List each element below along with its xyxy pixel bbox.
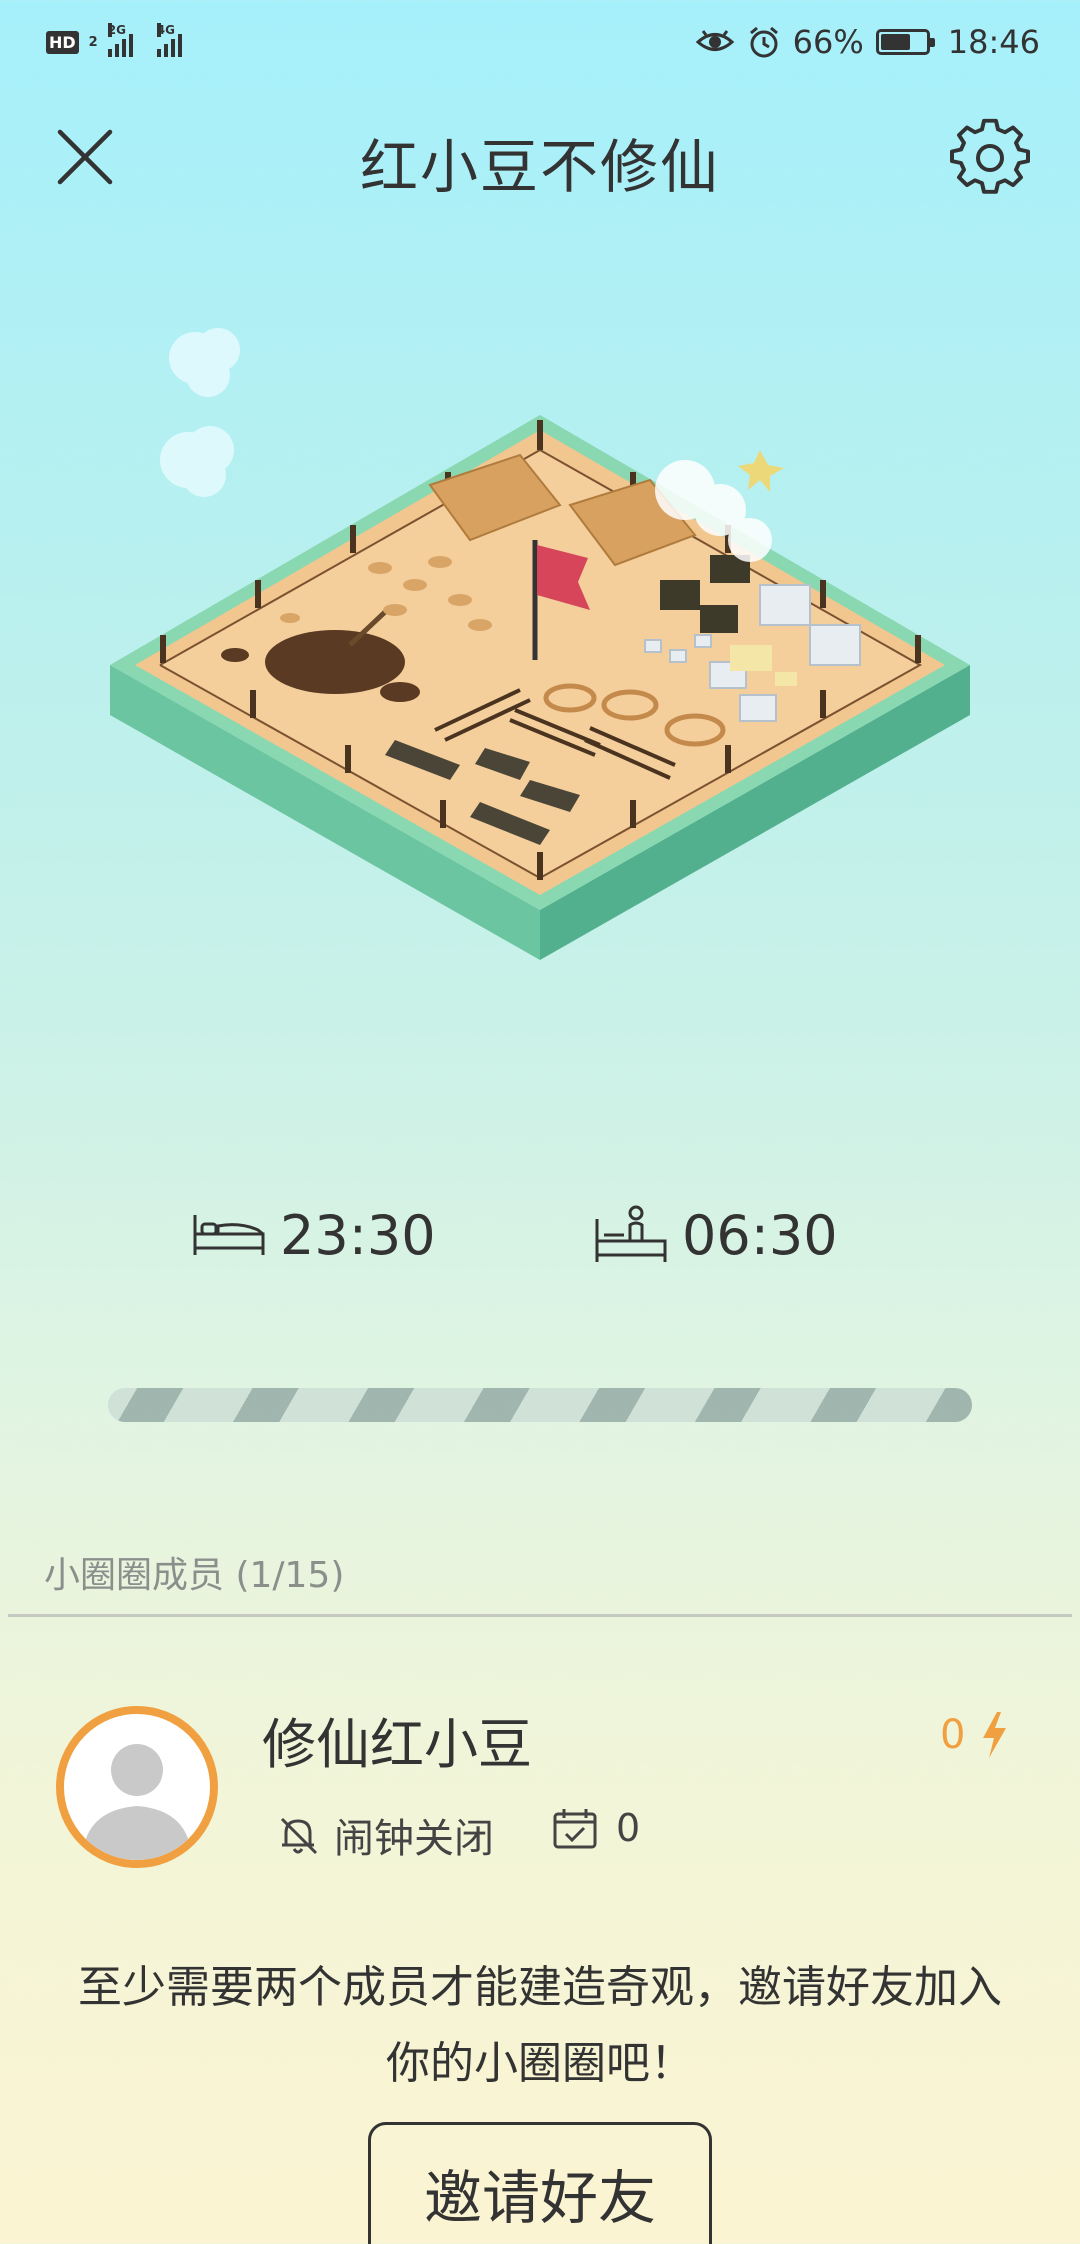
hd-badge: HD (46, 30, 79, 54)
gear-icon[interactable] (950, 118, 1030, 198)
divider (8, 1614, 1072, 1617)
alarm-status-text: 闹钟关闭 (334, 1816, 494, 1862)
lightning-icon (983, 1712, 1007, 1758)
bell-off-icon (280, 1817, 318, 1855)
clock-time: 18:46 (947, 23, 1040, 61)
alarm-status: 闹钟关闭 (276, 1806, 494, 1864)
mud-pit (265, 630, 405, 694)
checkin-count-value: 0 (616, 1806, 641, 1850)
invite-message: 至少需要两个成员才能建造奇观，邀请好友加入你的小圈圈吧！ (78, 1962, 1002, 2089)
signal-4g-icon: 4G (156, 23, 182, 57)
waketime-value: 06:30 (682, 1203, 838, 1267)
battery-icon (875, 29, 935, 55)
bed-icon (193, 1215, 265, 1255)
members-section-label: 小圈圈成员 (1/15) (44, 1555, 345, 1596)
default-avatar-icon (82, 1744, 192, 1860)
wake-up-icon (595, 1205, 667, 1262)
checkin-count: 0 (552, 1806, 640, 1850)
sparkle (738, 450, 784, 492)
construction-site-illustration (110, 328, 970, 960)
status-right: 66% 18:46 (695, 20, 1040, 64)
invite-friends-button[interactable]: 邀请好友 (368, 2122, 712, 2244)
cloud-puffs (160, 328, 240, 497)
page-title: 红小豆不修仙 (359, 133, 720, 201)
eye-icon (695, 30, 734, 51)
member-name: 修仙红小豆 (262, 1713, 532, 1776)
waketime-group[interactable]: 06:30 (594, 1195, 838, 1275)
bedtime-group[interactable]: 23:30 (192, 1195, 436, 1275)
energy-indicator: 0 (940, 1710, 1009, 1760)
hd-sub: 2 (88, 34, 98, 50)
calendar-check-icon (553, 1809, 597, 1849)
status-left: HD 2 2G 4G (46, 22, 182, 62)
alarm-clock-icon (749, 26, 778, 58)
battery-percent: 66% (792, 23, 864, 61)
energy-value: 0 (940, 1712, 966, 1758)
construction-progress-bar (108, 1388, 972, 1422)
signal-2g-icon: 2G (107, 23, 133, 57)
status-bar: HD 2 2G 4G 66% 18:46 (0, 0, 1080, 86)
bedtime-value: 23:30 (280, 1203, 436, 1267)
avatar[interactable] (56, 1706, 218, 1868)
